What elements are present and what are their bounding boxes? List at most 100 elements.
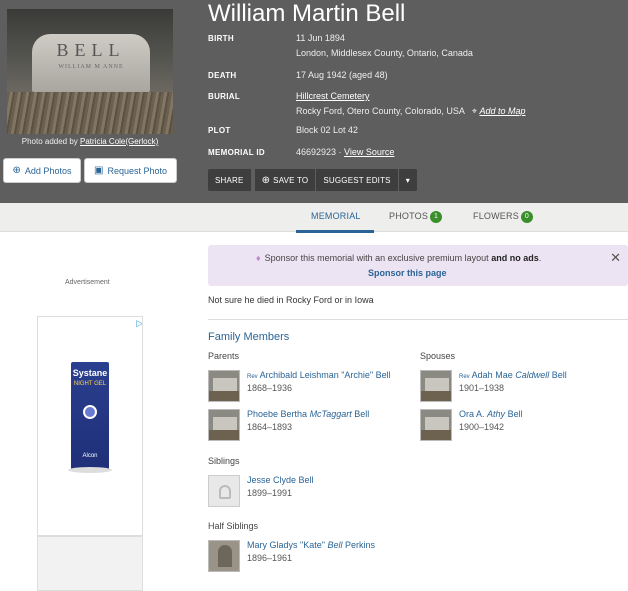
fact-value: 46692923 · View Source: [296, 147, 395, 157]
sponsor-text-bold: and no ads: [491, 253, 539, 263]
adchoices-icon[interactable]: ▷: [136, 318, 142, 329]
member-photo: [420, 370, 452, 402]
family-member-half-sibling[interactable]: Mary Gladys "Kate" Bell Perkins 1896–196…: [208, 540, 418, 574]
headstone: BELL WILLIAM M ANNE: [32, 34, 150, 92]
view-source-link[interactable]: View Source: [344, 147, 394, 157]
page-title: William Martin Bell: [208, 0, 406, 27]
fact-label: BURIAL: [208, 92, 241, 101]
grass: [7, 92, 173, 134]
share-button[interactable]: SHARE: [208, 169, 251, 191]
member-dates: 1868–1936: [247, 383, 293, 393]
sponsor-text-a: Sponsor this memorial with an exclusive …: [264, 253, 489, 263]
fact-label: DEATH: [208, 71, 237, 80]
family-member-parent[interactable]: Phoebe Bertha McTaggart Bell 1864–1893: [208, 409, 418, 443]
flowers-count-badge: 0: [520, 211, 533, 223]
parents-label: Parents: [208, 351, 240, 361]
member-dates: 1899–1991: [247, 488, 293, 498]
memorial-id-value: 46692923: [296, 147, 337, 157]
headstone-subtext: WILLIAM M ANNE: [58, 64, 124, 70]
birth-place: London, Middlesex County, Ontario, Canad…: [296, 48, 473, 58]
member-photo: [208, 540, 240, 572]
fact-label: MEMORIAL ID: [208, 148, 265, 157]
product-name: NIGHT GEL: [73, 381, 107, 387]
diamond-icon: ♦: [256, 253, 261, 263]
sponsor-page-link[interactable]: Sponsor this page: [368, 268, 447, 278]
tab-flowers-label: FLOWERS: [473, 211, 519, 221]
add-photos-label: Add Photos: [24, 165, 72, 176]
family-member-sibling[interactable]: Jesse Clyde Bell 1899–1991: [208, 475, 418, 509]
sponsor-text-end: .: [538, 253, 542, 263]
member-photo: [208, 409, 240, 441]
add-photos-button[interactable]: ⊕ Add Photos: [3, 158, 81, 183]
memorial-tabs: MEMORIAL PHOTOS 1 FLOWERS 0: [0, 203, 628, 233]
family-member-spouse[interactable]: Ora A. Athy Bell 1900–1942: [420, 409, 620, 443]
member-dates: 1900–1942: [459, 422, 505, 432]
tab-photos-label: PHOTOS: [389, 211, 429, 221]
divider: [208, 319, 628, 320]
sponsor-banner: ♦ Sponsor this memorial with an exclusive…: [208, 245, 628, 286]
family-member-parent[interactable]: Rev Archibald Leishman "Archie" Bell 1868…: [208, 370, 418, 404]
cemetery-link[interactable]: Hillcrest Cemetery: [296, 91, 370, 101]
member-name[interactable]: Jesse Clyde Bell: [247, 475, 314, 485]
more-dropdown-button[interactable]: ▾: [398, 169, 418, 191]
suggest-edits-label: SUGGEST EDITS: [323, 175, 391, 185]
half-siblings-label: Half Siblings: [208, 521, 259, 531]
advertisement-label: Advertisement: [65, 279, 110, 286]
suggest-edits-button[interactable]: SUGGEST EDITS: [316, 169, 399, 191]
tab-photos[interactable]: PHOTOS 1: [389, 211, 443, 223]
tab-memorial[interactable]: MEMORIAL: [311, 211, 361, 221]
eye-drop-icon: [83, 405, 97, 419]
add-to-map-link[interactable]: Add to Map: [480, 106, 526, 116]
request-photo-label: Request Photo: [107, 165, 167, 176]
memorial-note: Not sure he died in Rocky Ford or in Iow…: [208, 295, 374, 305]
action-bar: SHARE ⊕ SAVE TO SUGGEST EDITS ▾: [208, 169, 418, 191]
member-name[interactable]: Mary Gladys "Kate" Bell Perkins: [247, 540, 375, 550]
close-icon[interactable]: ✕: [610, 250, 621, 266]
family-member-spouse[interactable]: Rev Adah Mae Caldwell Bell 1901–1938: [420, 370, 620, 404]
headstone-photo[interactable]: BELL WILLIAM M ANNE: [7, 9, 173, 134]
ad-image-area: ▷ Systane NIGHT GEL Alcon: [38, 317, 142, 537]
fact-value: Hillcrest Cemetery Rocky Ford, Otero Cou…: [296, 89, 526, 119]
member-photo: [420, 409, 452, 441]
family-members-heading: Family Members: [208, 331, 290, 343]
photos-count-badge: 1: [430, 211, 443, 223]
photo-credit-prefix: Photo added by: [21, 137, 78, 146]
sponsor-text: ♦ Sponsor this memorial with an exclusive…: [256, 253, 541, 263]
plot-value: Block 02 Lot 42: [296, 125, 359, 135]
photo-placeholder-icon: [208, 475, 240, 507]
advertisement[interactable]: ▷ Systane NIGHT GEL Alcon: [37, 316, 143, 591]
plus-circle-icon: ⊕: [12, 165, 21, 176]
member-name[interactable]: Rev Adah Mae Caldwell Bell: [459, 370, 567, 380]
headstone-text: BELL: [56, 40, 126, 60]
request-photo-button[interactable]: ▣ Request Photo: [84, 158, 177, 183]
member-dates: 1864–1893: [247, 422, 293, 432]
fact-value: 11 Jun 1894 London, Middlesex County, On…: [296, 31, 473, 61]
birth-date: 11 Jun 1894: [296, 33, 345, 43]
death-date: 17 Aug 1942 (aged 48): [296, 70, 388, 80]
active-tab-indicator: [296, 230, 374, 233]
fact-label: BIRTH: [208, 34, 234, 43]
fact-label: PLOT: [208, 126, 231, 135]
member-name[interactable]: Phoebe Bertha McTaggart Bell: [247, 409, 369, 419]
product-shadow: [68, 467, 112, 473]
member-photo: [208, 370, 240, 402]
product-maker: Alcon: [82, 453, 98, 459]
save-to-button[interactable]: ⊕ SAVE TO: [254, 169, 317, 191]
map-pin-icon: ⌖: [471, 106, 477, 116]
tab-flowers[interactable]: FLOWERS 0: [473, 211, 533, 223]
burial-place: Rocky Ford, Otero County, Colorado, USA: [296, 106, 465, 116]
plus-circle-icon: ⊕: [261, 174, 271, 186]
product-brand: Systane: [72, 368, 108, 378]
product-box: Systane NIGHT GEL Alcon: [71, 362, 109, 470]
member-dates: 1901–1938: [459, 383, 505, 393]
ad-footer: [38, 535, 142, 590]
spouses-label: Spouses: [420, 351, 456, 361]
siblings-label: Siblings: [208, 456, 240, 466]
save-to-label: SAVE TO: [273, 175, 309, 185]
photo-credit-link[interactable]: Patricia Cole(Gerlock): [80, 137, 158, 146]
member-name[interactable]: Ora A. Athy Bell: [459, 409, 523, 419]
member-name[interactable]: Rev Archibald Leishman "Archie" Bell: [247, 370, 391, 380]
chevron-down-icon: ▾: [405, 175, 410, 185]
camera-icon: ▣: [94, 165, 104, 176]
photo-credit: Photo added by Patricia Cole(Gerlock): [7, 137, 173, 146]
